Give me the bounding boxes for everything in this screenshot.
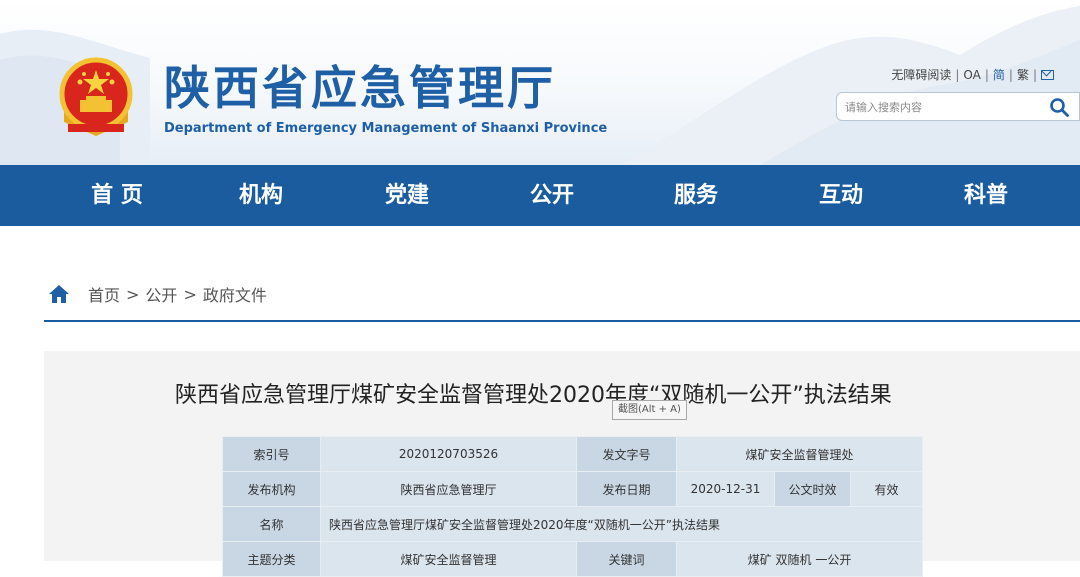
screenshot-tooltip: 截图(Alt + A) — [612, 400, 687, 420]
table-row: 名称 陕西省应急管理厅煤矿安全监督管理处2020年度“双随机一公开”执法结果 — [222, 506, 924, 542]
nav-services[interactable]: 服务 — [641, 165, 751, 226]
nav-home[interactable]: 首 页 — [62, 165, 172, 226]
traditional-chinese-link[interactable]: 繁 — [1017, 66, 1029, 83]
table-row: 发布机构 陕西省应急管理厅 发布日期 2020-12-31 公文时效 有效 — [222, 471, 924, 507]
mail-icon[interactable] — [1041, 69, 1054, 80]
nav-party-building[interactable]: 党建 — [352, 165, 462, 226]
breadcrumb-gov-documents[interactable]: 政府文件 — [203, 282, 267, 306]
name-value: 陕西省应急管理厅煤矿安全监督管理处2020年度“双随机一公开”执法结果 — [319, 506, 924, 542]
main-nav: 首 页 机构 党建 公开 服务 互动 科普 — [0, 165, 1080, 226]
validity-value: 有效 — [849, 471, 924, 507]
index-label: 索引号 — [222, 436, 321, 472]
nav-science[interactable]: 科普 — [931, 165, 1041, 226]
search-input[interactable] — [845, 97, 1035, 117]
publisher-value: 陕西省应急管理厅 — [320, 471, 577, 507]
nav-organization[interactable]: 机构 — [206, 165, 316, 226]
name-label: 名称 — [222, 506, 321, 542]
index-value: 2020120703526 — [320, 436, 577, 472]
publish-date-label: 发布日期 — [576, 471, 677, 507]
site-subtitle: Department of Emergency Management of Sh… — [164, 121, 608, 136]
table-row: 主题分类 煤矿安全监督管理 关键词 煤矿 双随机 一公开 — [222, 541, 924, 577]
breadcrumb-public[interactable]: 公开 — [145, 282, 177, 306]
national-emblem-icon — [59, 57, 133, 136]
doc-number-value: 煤矿安全监督管理处 — [675, 436, 924, 472]
table-row: 索引号 2020120703526 发文字号 煤矿安全监督管理处 — [222, 436, 924, 472]
home-icon — [49, 285, 69, 303]
topic-value: 煤矿安全监督管理 — [320, 541, 577, 577]
nav-public[interactable]: 公开 — [497, 165, 607, 226]
doc-number-label: 发文字号 — [576, 436, 677, 472]
topic-label: 主题分类 — [222, 541, 321, 577]
publish-date-value: 2020-12-31 — [676, 471, 775, 507]
breadcrumb-home[interactable]: 首页 — [88, 282, 120, 306]
simplified-chinese-link[interactable]: 简 — [993, 66, 1005, 83]
breadcrumb: 首页 > 公开 > 政府文件 — [48, 282, 267, 306]
keywords-label: 关键词 — [576, 541, 677, 577]
site-title: 陕西省应急管理厅 — [164, 61, 556, 115]
search-box — [836, 92, 1080, 121]
publisher-label: 发布机构 — [222, 471, 321, 507]
breadcrumb-separator: > — [183, 284, 197, 304]
search-icon[interactable] — [1049, 97, 1069, 117]
top-links: 无障碍阅读 | OA | 简 | 繁 | — [891, 66, 1054, 83]
article-title: 陕西省应急管理厅煤矿安全监督管理处2020年度“双随机一公开”执法结果 — [175, 383, 892, 408]
document-info-table: 索引号 2020120703526 发文字号 煤矿安全监督管理处 发布机构 陕西… — [222, 436, 924, 577]
validity-label: 公文时效 — [774, 471, 851, 507]
site-header: 陕西省应急管理厅 Department of Emergency Managem… — [0, 0, 1080, 165]
keywords-value: 煤矿 双随机 一公开 — [675, 541, 924, 577]
accessible-reading-link[interactable]: 无障碍阅读 — [891, 66, 951, 83]
breadcrumb-divider — [44, 320, 1080, 322]
nav-interaction[interactable]: 互动 — [786, 165, 896, 226]
oa-link[interactable]: OA — [963, 68, 980, 82]
breadcrumb-separator: > — [126, 284, 140, 304]
